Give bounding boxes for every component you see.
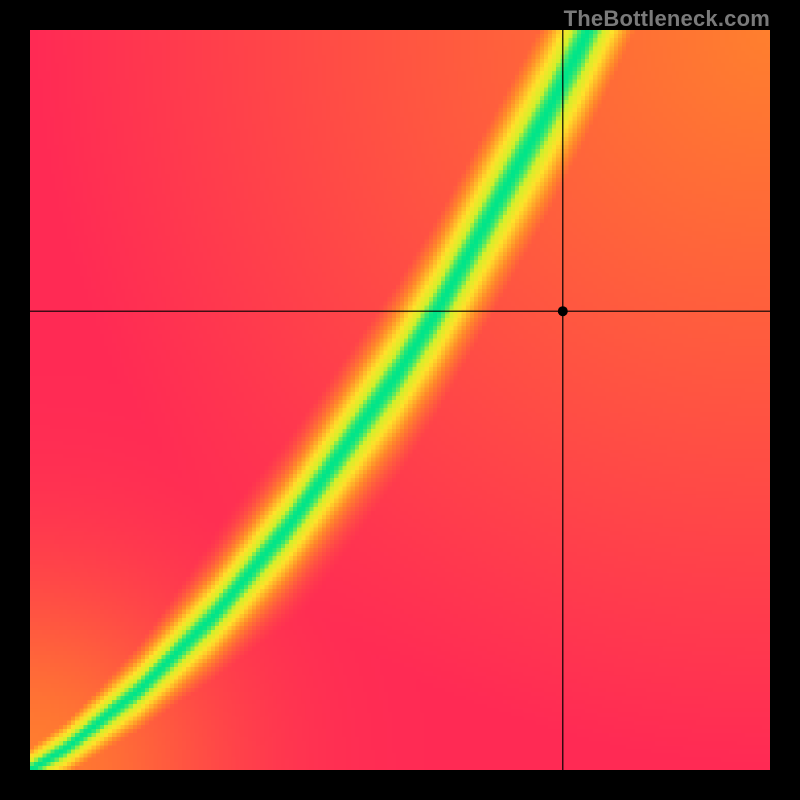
plot-area [30, 30, 770, 770]
heatmap-canvas [30, 30, 770, 770]
chart-frame: TheBottleneck.com [0, 0, 800, 800]
watermark-text: TheBottleneck.com [564, 6, 770, 32]
